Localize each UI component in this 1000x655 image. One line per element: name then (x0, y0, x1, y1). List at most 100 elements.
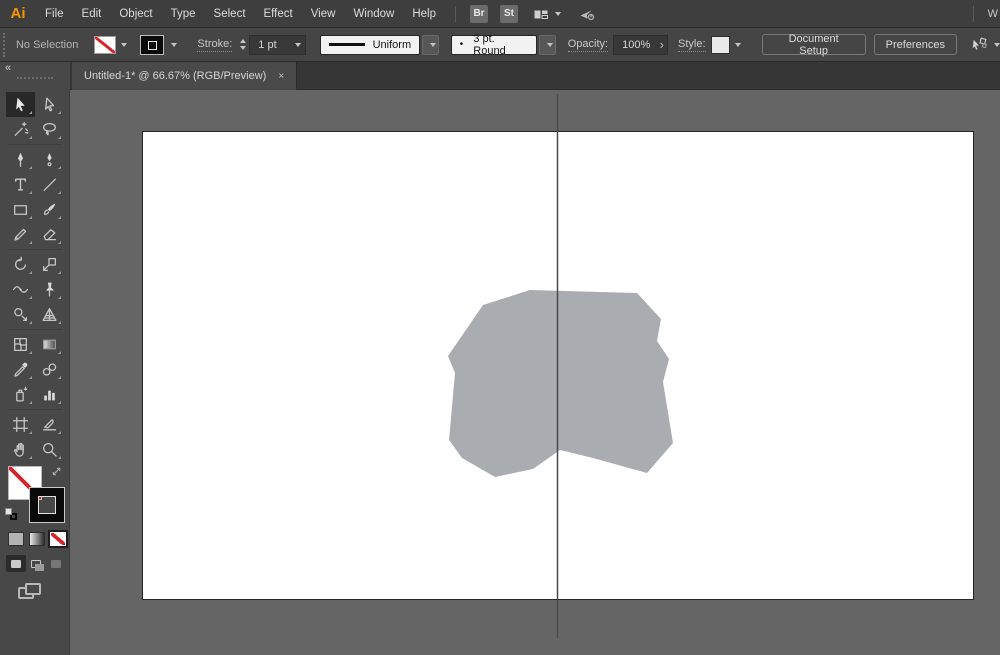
color-button[interactable] (8, 532, 24, 546)
style-label[interactable]: Style: (677, 38, 706, 52)
type-tool[interactable] (6, 172, 35, 197)
stroke-weight-stepper[interactable] (240, 39, 247, 50)
fill-swatch[interactable] (94, 35, 116, 54)
document-tab-bar: Untitled-1* @ 66.67% (RGB/Preview) × (70, 62, 1000, 90)
mesh-tool[interactable] (6, 332, 35, 357)
brush-definition-dropdown[interactable]: • 3 pt. Round (450, 33, 538, 57)
column-graph-tool-icon (44, 390, 55, 401)
gradient-tool-icon (43, 339, 56, 350)
draw-behind-button[interactable] (26, 555, 46, 572)
document-tab[interactable]: Untitled-1* @ 66.67% (RGB/Preview) × (72, 62, 298, 90)
menu-item-type[interactable]: Type (162, 0, 205, 28)
shape-builder-tool[interactable] (6, 302, 35, 327)
brush-definition-chevron[interactable] (539, 34, 556, 55)
selection-tool[interactable] (6, 92, 35, 117)
control-bar-grip[interactable] (3, 32, 7, 57)
menu-item-file[interactable]: File (36, 0, 73, 28)
hand-tool[interactable] (6, 437, 35, 462)
document-setup-button[interactable]: Document Setup (761, 33, 866, 57)
slice-tool[interactable] (35, 412, 64, 437)
bridge-button[interactable]: Br (470, 4, 488, 23)
stroke-weight-field[interactable]: 1 pt (249, 34, 307, 55)
menu-item-object[interactable]: Object (110, 0, 161, 28)
workspace-label[interactable]: W (980, 8, 1000, 20)
toolbar (0, 90, 70, 655)
eyedropper-tool-icon (14, 362, 28, 377)
menu-item-select[interactable]: Select (205, 0, 255, 28)
opacity-label[interactable]: Opacity: (567, 38, 609, 52)
none-button[interactable] (48, 530, 68, 548)
menu-item-effect[interactable]: Effect (255, 0, 302, 28)
curvature-tool[interactable] (35, 147, 64, 172)
stroke-proxy-swatch[interactable] (29, 487, 65, 523)
opacity-menu-button[interactable]: › (660, 38, 664, 51)
width-profile-dropdown[interactable]: Uniform (320, 34, 421, 55)
opacity-field[interactable]: 100% › (613, 34, 668, 55)
width-profile-value: Uniform (372, 38, 412, 51)
fill-swatch-chevron[interactable] (116, 36, 132, 54)
magic-wand-tool[interactable] (6, 117, 35, 142)
stock-button[interactable]: St (500, 4, 518, 23)
preferences-button[interactable]: Preferences (873, 34, 957, 55)
shaper-tool[interactable] (6, 222, 35, 247)
chevron-down-icon (295, 42, 302, 47)
pen-tool[interactable] (6, 147, 35, 172)
menu-item-edit[interactable]: Edit (73, 0, 111, 28)
stroke-label[interactable]: Stroke: (197, 38, 233, 52)
artboard-tool[interactable] (6, 412, 35, 437)
width-profile-chevron[interactable] (422, 34, 439, 55)
draw-inside-icon (51, 559, 61, 568)
width-tool-icon (12, 286, 29, 293)
line-segment-tool[interactable] (35, 172, 64, 197)
eraser-tool[interactable] (35, 222, 64, 247)
chevron-down-icon (170, 42, 177, 47)
menubar: Ai File Edit Object Type Select Effect View Win… (0, 0, 1000, 28)
eyedropper-tool[interactable] (6, 357, 35, 382)
hand-tool-icon (13, 442, 24, 457)
direct-selection-tool[interactable] (35, 92, 64, 117)
menu-item-help[interactable]: Help (403, 0, 445, 28)
gradient-tool[interactable] (35, 332, 64, 357)
tab-close-icon[interactable]: × (278, 71, 284, 82)
control-bar: No Selection Stroke: 1 pt Uniform • 3 pt… (0, 28, 1000, 62)
toolbar-grip[interactable] (17, 77, 53, 79)
select-similar-icon (972, 37, 987, 50)
draw-normal-button[interactable] (6, 555, 26, 572)
menu-item-view[interactable]: View (302, 0, 345, 28)
menu-item-window[interactable]: Window (344, 0, 403, 28)
chevron-down-icon (120, 42, 127, 47)
rectangle-tool[interactable] (6, 197, 35, 222)
paintbrush-tool[interactable] (35, 197, 64, 222)
gpu-performance-button[interactable] (577, 6, 597, 22)
perspective-grid-tool[interactable] (35, 302, 64, 327)
blend-tool[interactable] (35, 357, 64, 382)
screen-mode-button[interactable] (18, 583, 42, 601)
draw-inside-button[interactable] (46, 555, 66, 572)
select-similar-button[interactable] (969, 36, 1000, 53)
arrange-documents-button[interactable] (532, 6, 561, 22)
style-chevron[interactable] (730, 36, 746, 54)
width-tool[interactable] (6, 277, 35, 302)
free-transform-tool[interactable] (35, 277, 64, 302)
stroke-swatch-chevron[interactable] (166, 36, 182, 54)
slice-tool-icon (43, 419, 56, 431)
mesh-tool-icon (14, 338, 27, 351)
lasso-tool[interactable] (35, 117, 64, 142)
arrange-documents-icon (534, 10, 548, 19)
shaper-tool-icon (14, 228, 27, 241)
stroke-swatch[interactable] (140, 34, 164, 55)
appearance-row (0, 530, 69, 548)
rotate-tool[interactable] (6, 252, 35, 277)
free-transform-tool-icon (45, 282, 55, 297)
symbol-sprayer-tool-icon (16, 386, 28, 402)
zoom-tool[interactable] (35, 437, 64, 462)
scale-tool[interactable] (35, 252, 64, 277)
symbol-sprayer-tool[interactable] (6, 382, 35, 407)
drawn-shape[interactable] (448, 290, 673, 477)
toolbar-collapse-button[interactable]: « (5, 62, 11, 74)
gradient-button[interactable] (29, 532, 45, 546)
column-graph-tool[interactable] (35, 382, 64, 407)
style-swatch[interactable] (710, 35, 731, 54)
swap-fill-stroke-icon[interactable] (50, 465, 63, 481)
default-fill-stroke-icon[interactable] (5, 508, 17, 520)
